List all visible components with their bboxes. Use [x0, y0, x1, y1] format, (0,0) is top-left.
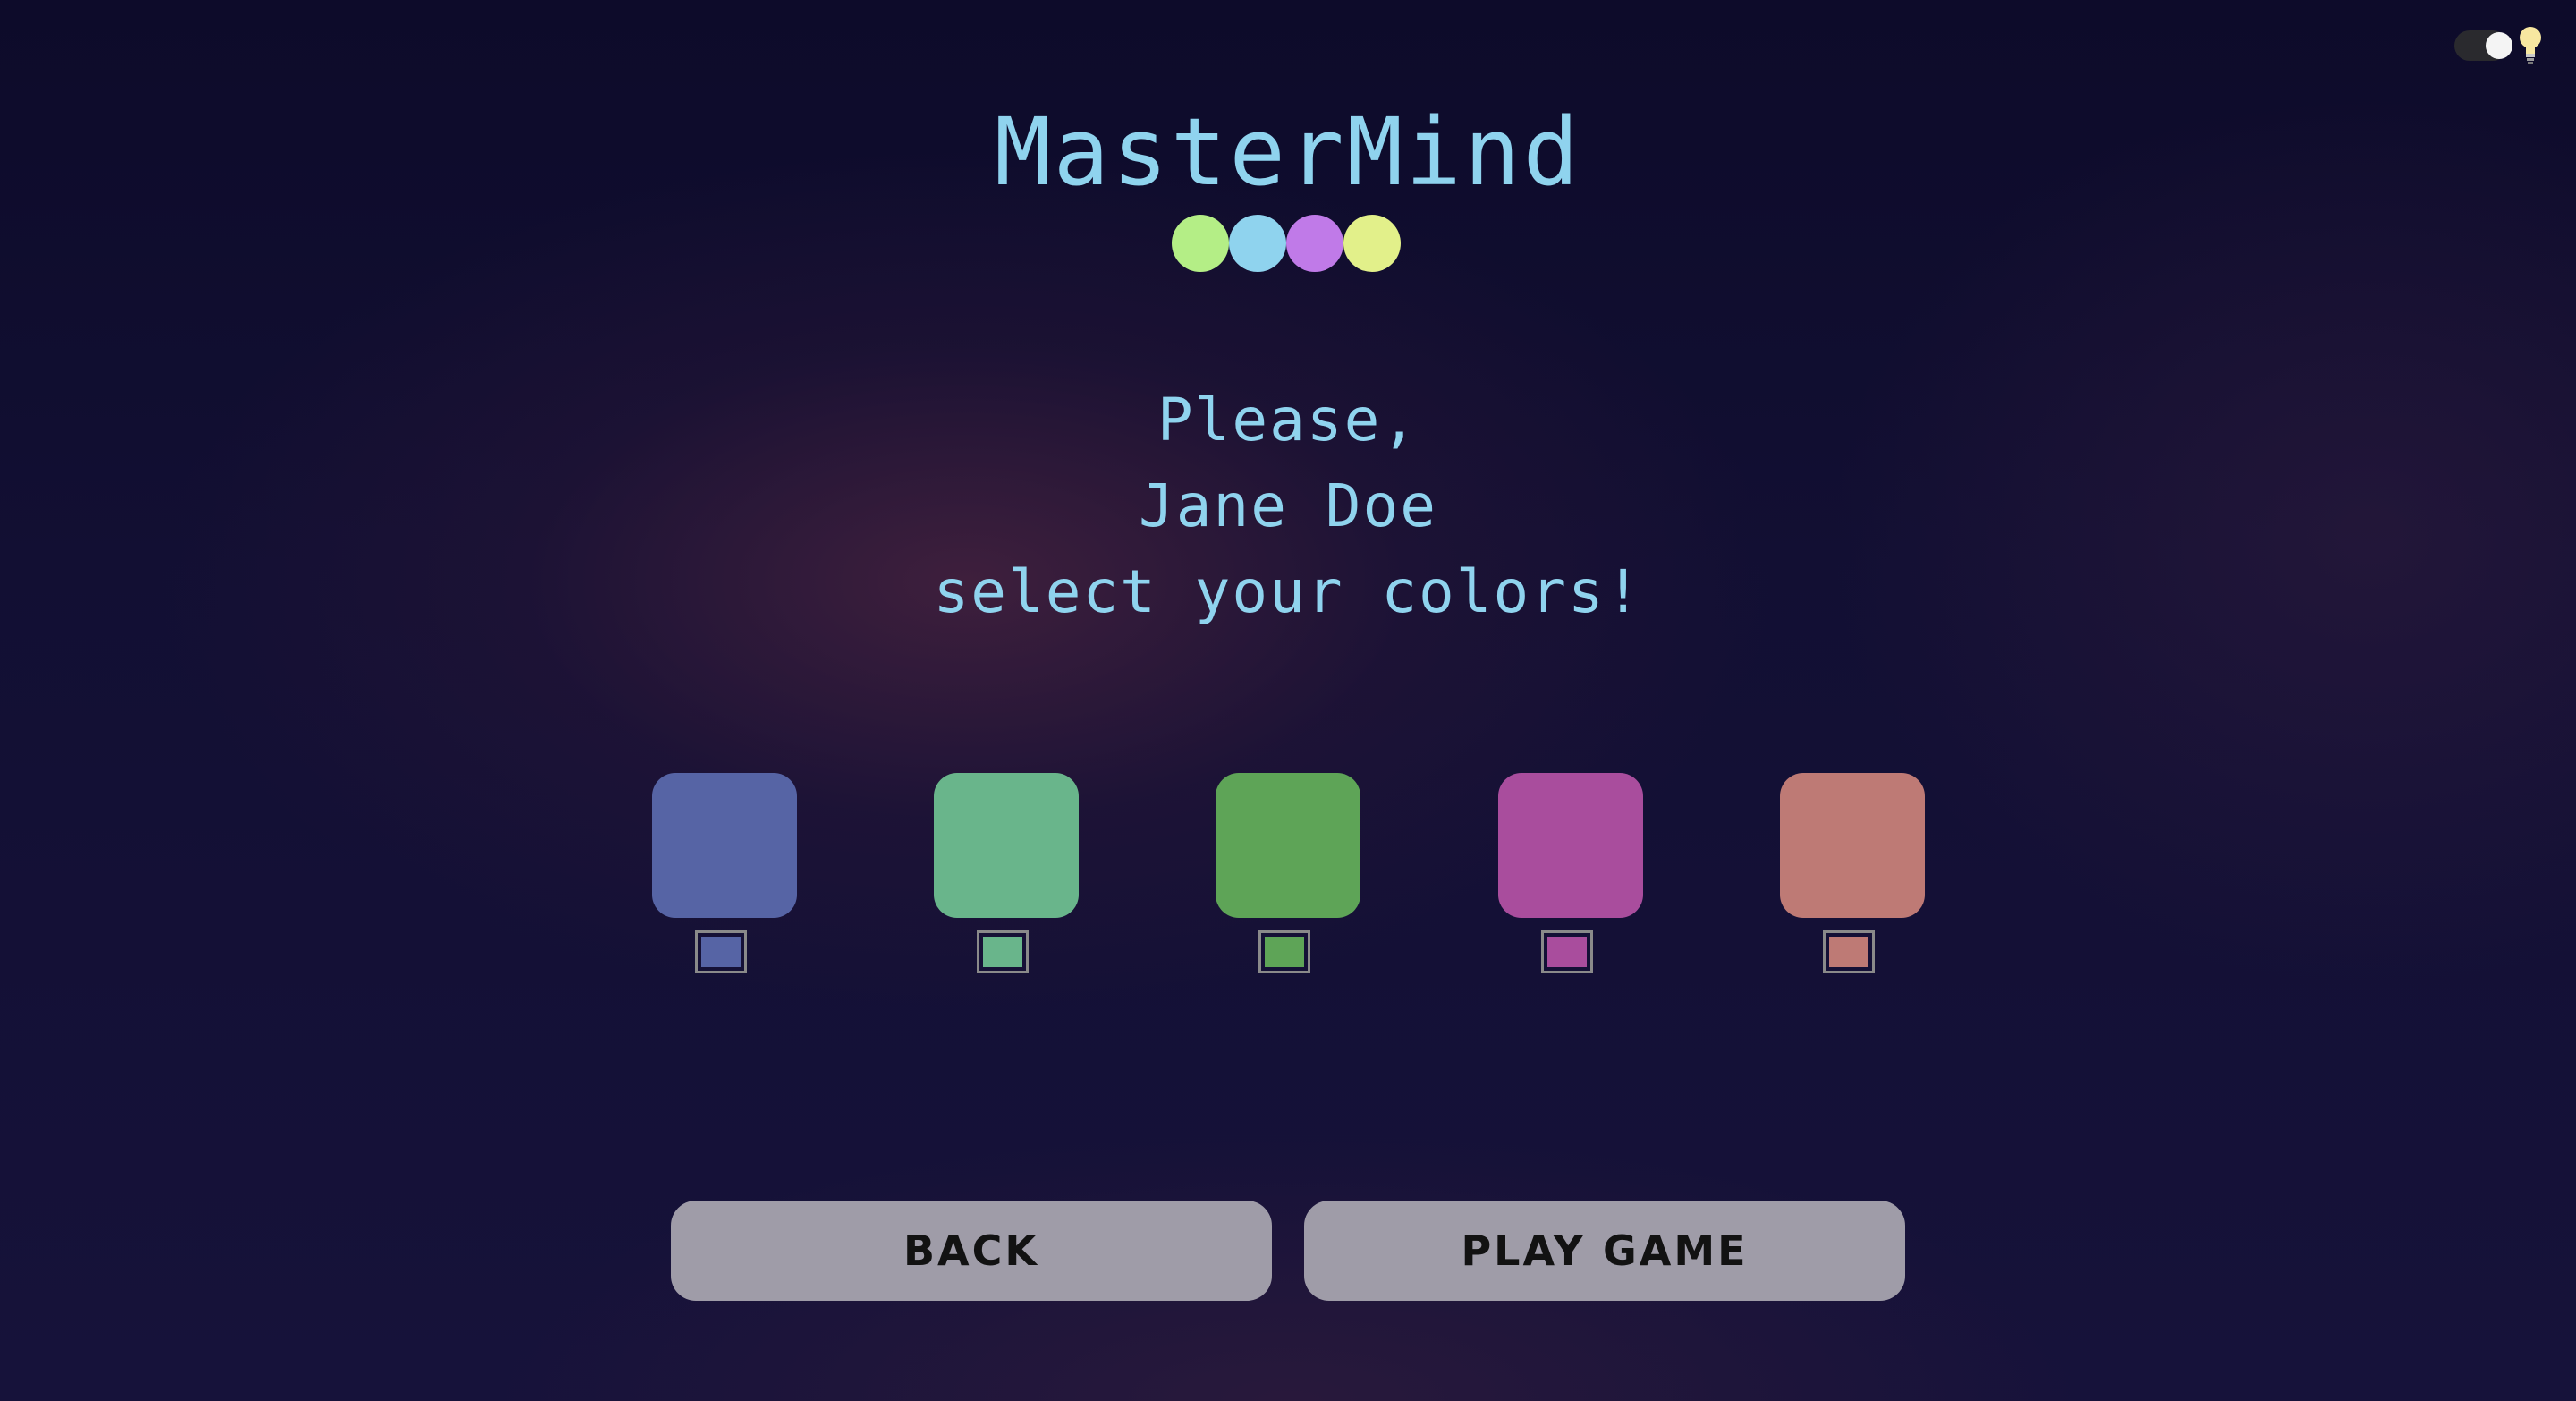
color-input[interactable]: [977, 930, 1029, 973]
color-swatch[interactable]: [1216, 773, 1360, 918]
logo-dot: [1343, 215, 1401, 272]
color-input-fill: [701, 937, 741, 967]
logo-dot: [1286, 215, 1343, 272]
color-input[interactable]: [1258, 930, 1310, 973]
color-swatch[interactable]: [652, 773, 797, 918]
color-input-fill: [1265, 937, 1304, 967]
color-option-blue: [652, 773, 797, 981]
lightbulb-icon: [2520, 27, 2541, 64]
logo-dot: [1229, 215, 1286, 272]
color-swatch[interactable]: [1498, 773, 1643, 918]
color-input[interactable]: [1823, 930, 1875, 973]
color-option-salmon: [1780, 773, 1925, 981]
color-input[interactable]: [1541, 930, 1593, 973]
theme-toggle[interactable]: [2454, 25, 2547, 66]
color-swatch[interactable]: [934, 773, 1079, 918]
color-option-mint: [934, 773, 1079, 981]
prompt-line-select: select your colors!: [933, 557, 1643, 626]
color-input-fill: [1547, 937, 1587, 967]
color-input-fill: [983, 937, 1022, 967]
prompt-line-please: Please,: [1157, 386, 1419, 454]
logo-dots: [1172, 215, 1401, 272]
logo-dot: [1172, 215, 1229, 272]
color-option-green: [1216, 773, 1360, 981]
color-option-magenta: [1498, 773, 1643, 981]
color-input[interactable]: [695, 930, 747, 973]
game-title: MasterMind: [994, 98, 1582, 207]
color-swatch[interactable]: [1780, 773, 1925, 918]
play-game-button[interactable]: PLAY GAME: [1304, 1201, 1905, 1301]
player-name: Jane Doe: [1139, 471, 1437, 540]
color-input-fill: [1829, 937, 1868, 967]
toggle-knob[interactable]: [2486, 32, 2512, 59]
back-button[interactable]: BACK: [671, 1201, 1272, 1301]
